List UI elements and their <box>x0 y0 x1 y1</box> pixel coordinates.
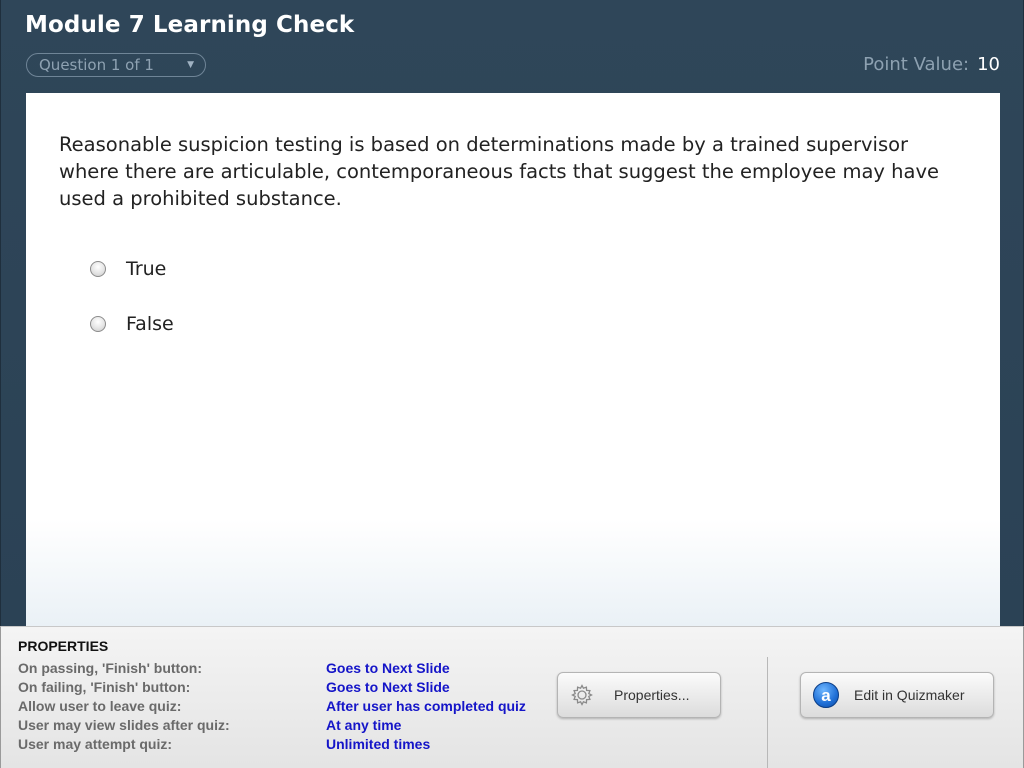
radio-button-true[interactable] <box>90 261 106 277</box>
question-panel: Reasonable suspicion testing is based on… <box>26 93 1000 626</box>
property-label: User may view slides after quiz: <box>18 717 230 733</box>
choice-label-true: True <box>126 258 167 280</box>
quiz-frame: Module 7 Learning Check Question 1 of 1 … <box>0 0 1024 626</box>
property-value: Goes to Next Slide <box>326 679 450 695</box>
choice-true[interactable]: True <box>90 258 166 280</box>
panel-divider <box>767 657 768 768</box>
quizmaker-logo-icon: a <box>813 682 839 708</box>
property-label: User may attempt quiz: <box>18 736 173 752</box>
property-label: Allow user to leave quiz: <box>18 698 182 714</box>
property-label: On failing, 'Finish' button: <box>18 679 191 695</box>
question-text: Reasonable suspicion testing is based on… <box>59 133 939 210</box>
question-selector[interactable]: Question 1 of 1 ▼ <box>26 53 206 77</box>
question-selector-label: Question 1 of 1 <box>39 56 154 74</box>
property-value: After user has completed quiz <box>326 698 526 714</box>
edit-in-quizmaker-button[interactable]: a Edit in Quizmaker <box>800 672 994 718</box>
gear-icon <box>571 684 593 706</box>
chevron-down-icon: ▼ <box>187 60 194 70</box>
property-label: On passing, 'Finish' button: <box>18 660 202 676</box>
properties-button[interactable]: Properties... <box>557 672 721 718</box>
property-value: At any time <box>326 717 402 733</box>
point-value-label: Point Value: <box>863 54 970 75</box>
properties-panel: PROPERTIES On passing, 'Finish' button: … <box>0 626 1024 768</box>
properties-button-label: Properties... <box>614 687 690 703</box>
property-value: Goes to Next Slide <box>326 660 450 676</box>
edit-in-quizmaker-label: Edit in Quizmaker <box>854 687 965 703</box>
property-value: Unlimited times <box>326 736 431 752</box>
choice-label-false: False <box>126 313 174 335</box>
choice-false[interactable]: False <box>90 313 174 335</box>
radio-button-false[interactable] <box>90 316 106 332</box>
properties-heading: PROPERTIES <box>18 638 109 654</box>
quiz-slide-page: Module 7 Learning Check Question 1 of 1 … <box>0 0 1024 768</box>
point-value: Point Value: 10 <box>863 54 1000 75</box>
point-value-number: 10 <box>977 54 1000 75</box>
quiz-title: Module 7 Learning Check <box>25 12 355 38</box>
